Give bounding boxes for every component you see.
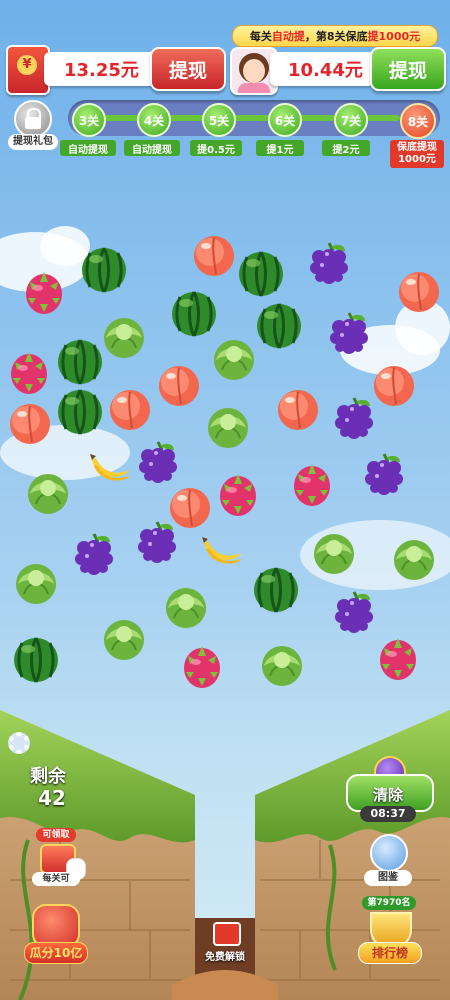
clear-timer: 08:37 bbox=[360, 806, 416, 822]
banana-icon[interactable] bbox=[198, 523, 246, 571]
grape-icon[interactable] bbox=[70, 532, 118, 580]
banana-icon[interactable] bbox=[86, 440, 134, 488]
withdraw-gift-button[interactable]: 提现礼包 bbox=[4, 100, 60, 152]
cabbage-icon[interactable] bbox=[390, 534, 438, 582]
book-icon bbox=[370, 834, 408, 872]
guarantee-banner: 每关 自动提 ，第8关保底 提1000元 bbox=[232, 25, 438, 47]
peach-icon[interactable] bbox=[190, 230, 238, 278]
cabbage-icon[interactable] bbox=[210, 334, 258, 382]
left-balance-pill: 13.25元 bbox=[44, 52, 156, 86]
per-level-reward-button[interactable]: 可领取 每关可 bbox=[26, 828, 90, 886]
level-node: 6关 bbox=[268, 103, 302, 137]
remaining-count: 42 bbox=[38, 786, 66, 810]
album-button[interactable]: 图鉴 bbox=[360, 834, 416, 888]
clear-label: 清除 bbox=[372, 786, 403, 804]
peach-icon[interactable] bbox=[6, 398, 54, 446]
dragonfruit-icon[interactable] bbox=[178, 642, 226, 690]
level-node: 5关 bbox=[202, 103, 236, 137]
remaining-label: 剩余 bbox=[30, 766, 66, 787]
cabbage-icon[interactable] bbox=[100, 312, 148, 360]
grape-icon[interactable] bbox=[360, 452, 408, 500]
split-reward-button[interactable]: 瓜分10亿 bbox=[24, 904, 88, 966]
peach-icon[interactable] bbox=[106, 384, 154, 432]
grape-icon[interactable] bbox=[133, 520, 181, 568]
dragonfruit-icon[interactable] bbox=[288, 460, 336, 508]
gift-label: 提现礼包 bbox=[8, 134, 58, 150]
watermelon-icon[interactable] bbox=[255, 302, 303, 350]
lock-icon bbox=[14, 100, 52, 138]
cabbage-icon[interactable] bbox=[12, 558, 60, 606]
right-balance-value: 10.44元 bbox=[288, 60, 363, 81]
per-level-label: 每关可 bbox=[32, 872, 80, 886]
right-balance-pill: 10.44元 bbox=[270, 52, 374, 86]
grape-icon[interactable] bbox=[325, 311, 373, 359]
level-reward-label: 自动提现 bbox=[60, 140, 116, 156]
left-withdraw-button[interactable]: 提现 bbox=[150, 47, 226, 91]
grape-icon[interactable] bbox=[330, 396, 378, 444]
level-node: 8关 bbox=[400, 103, 436, 139]
dragonfruit-icon[interactable] bbox=[5, 348, 53, 396]
watermelon-icon[interactable] bbox=[170, 290, 218, 338]
album-label: 图鉴 bbox=[364, 870, 412, 886]
rank-badge: 第7970名 bbox=[362, 896, 416, 910]
grape-icon[interactable] bbox=[305, 241, 353, 289]
grape-icon[interactable] bbox=[330, 590, 378, 638]
watermelon-icon[interactable] bbox=[80, 246, 128, 294]
cabbage-icon[interactable] bbox=[162, 582, 210, 630]
split-label: 瓜分10亿 bbox=[24, 942, 88, 964]
cabbage-icon[interactable] bbox=[310, 528, 358, 576]
free-unlock-label: 免费解锁 bbox=[205, 952, 245, 963]
watermelon-icon[interactable] bbox=[56, 388, 104, 436]
leaderboard-button[interactable]: 第7970名 排行榜 bbox=[356, 896, 422, 966]
top-bar: ¥ 13.25元 提现 每关 自动提 ，第8关保底 提1000元 10.44元 提现 bbox=[0, 0, 450, 100]
dragonfruit-icon[interactable] bbox=[374, 634, 422, 682]
cabbage-icon[interactable] bbox=[100, 614, 148, 662]
level-reward-label: 提2元 bbox=[322, 140, 370, 156]
level-reward-label: 提1元 bbox=[256, 140, 304, 156]
video-icon bbox=[213, 922, 241, 946]
free-unlock-button[interactable]: 免费解锁 bbox=[193, 918, 257, 966]
right-withdraw-button[interactable]: 提现 bbox=[370, 47, 446, 91]
grape-icon[interactable] bbox=[134, 440, 182, 488]
claimable-badge: 可领取 bbox=[36, 828, 76, 842]
dragonfruit-icon[interactable] bbox=[214, 470, 262, 518]
watermelon-icon[interactable] bbox=[12, 636, 60, 684]
cabbage-icon[interactable] bbox=[24, 468, 72, 516]
dragonfruit-icon[interactable] bbox=[20, 268, 68, 316]
cabbage-icon[interactable] bbox=[258, 640, 306, 688]
rank-label: 排行榜 bbox=[358, 942, 422, 964]
watermelon-icon[interactable] bbox=[252, 566, 300, 614]
settings-gear-icon[interactable] bbox=[8, 732, 30, 754]
peach-icon[interactable] bbox=[155, 360, 203, 408]
watermelon-icon[interactable] bbox=[237, 250, 285, 298]
peach-icon[interactable] bbox=[274, 384, 322, 432]
level-node: 3关 bbox=[72, 103, 106, 137]
clear-button[interactable]: 清除 08:37 bbox=[344, 752, 434, 822]
level-node: 7关 bbox=[334, 103, 368, 137]
level-reward-label: 自动提现 bbox=[124, 140, 180, 156]
level-reward-label: 提0.5元 bbox=[190, 140, 242, 156]
level-node: 4关 bbox=[137, 103, 171, 137]
peach-icon[interactable] bbox=[395, 266, 443, 314]
final-level-reward-label: 保底提现 1000元 bbox=[390, 140, 444, 168]
level-progress-track bbox=[68, 100, 440, 136]
cabbage-icon[interactable] bbox=[204, 402, 252, 450]
left-balance-value: 13.25元 bbox=[64, 60, 139, 81]
watermelon-icon[interactable] bbox=[56, 338, 104, 386]
